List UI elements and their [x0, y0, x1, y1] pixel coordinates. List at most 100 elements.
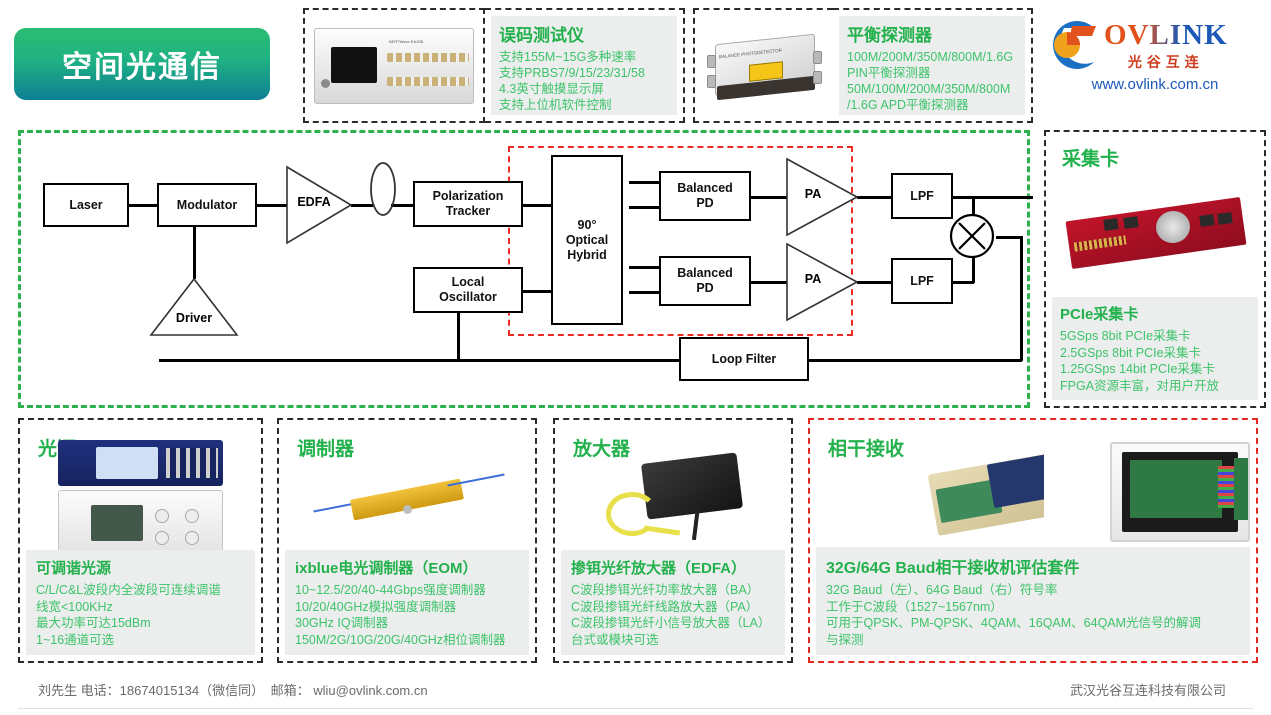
- block-optical-hybrid-label: 90° Optical Hybrid: [565, 217, 609, 262]
- coherent-receiver-spec-2: 工作于C波段（1527~1567nm）: [826, 599, 1003, 614]
- pcie-spec-3: 1.25GSps 14bit PCIe采集卡: [1060, 362, 1215, 376]
- wire-lpf-bot-to-mixer-h: [951, 281, 974, 284]
- wire-pa-lpf-bot: [857, 281, 893, 284]
- block-lpf-top: LPF: [891, 173, 953, 219]
- block-local-oscillator: Local Oscillator: [413, 267, 523, 313]
- card-balanced-detector-text: 平衡探测器 100M/200M/350M/800M/1.6G PIN平衡探测器 …: [833, 8, 1033, 123]
- card-amplifier: 放大器 掺铒光纤放大器（EDFA） C波段掺铒光纤功率放大器（BA） C波段掺铒…: [553, 418, 793, 663]
- coherent-receiver-header: 相干接收: [828, 439, 905, 460]
- wire-loopfilter-feedback-to-lo: [457, 313, 460, 361]
- block-laser: Laser: [43, 183, 129, 227]
- amplifier-spec-1: C波段掺铒光纤功率放大器（BA）: [571, 583, 760, 597]
- fiber-coil-icon: [369, 161, 397, 228]
- coherent-receiver-name: 32G/64G Baud相干接收机评估套件: [826, 560, 1080, 577]
- block-balanced-pd-top: Balanced PD: [659, 171, 751, 221]
- pcie-spec-2: 2.5GSps 8bit PCIe采集卡: [1060, 345, 1202, 360]
- card-light-source: 光源 可调谐光源 C/L/C&L波段内全波段可连续调谐 线宽<100KHz 最大…: [18, 418, 263, 663]
- company-logo: OVLINK 光谷互连 www.ovlink.com.cn: [1042, 16, 1268, 116]
- wire-modulator-edfa: [255, 204, 287, 207]
- ovlink-swirl-icon: [1053, 21, 1096, 69]
- block-optical-hybrid: 90° Optical Hybrid: [551, 155, 623, 325]
- card-bert-tester: BERTWave EA15B: [303, 8, 485, 123]
- light-source-name: 可调谐光源: [36, 560, 112, 577]
- light-source-spec-2: 线宽<100KHz: [36, 599, 113, 614]
- page-title: 空间光通信: [62, 51, 222, 84]
- block-balanced-pd-top-label: Balanced PD: [677, 181, 733, 210]
- wire-mixer-out-h: [996, 236, 1023, 239]
- bert-spec-3: 4.3英寸触摸显示屏: [499, 82, 604, 96]
- modulator-spec-2: 10/20/40GHz模拟强度调制器: [295, 599, 457, 614]
- pcie-spec-1: 5GSps 8bit PCIe采集卡: [1060, 329, 1191, 343]
- block-pa-bottom-label: PA: [804, 272, 822, 286]
- bert-tester-photo: BERTWave EA15B: [311, 16, 477, 115]
- bert-spec-4: 支持上位机软件控制: [499, 98, 612, 112]
- block-modulator: Modulator: [157, 183, 257, 227]
- ovlink-wordmark: OVLINK: [1104, 18, 1228, 51]
- block-mixer: [949, 213, 995, 264]
- card-balanced-detector-photo: BALANCE PHOTODETECTOR: [693, 8, 833, 123]
- balanced-detector-spec-4: /1.6G APD平衡探测器: [847, 98, 969, 112]
- modulator-spec-4: 150M/2G/10G/20G/40GHz相位调制器: [295, 632, 506, 647]
- wire-pd-pa-top: [749, 196, 787, 199]
- coherent-receiver-spec-1: 32G Baud（左）、64G Baud（右）符号率: [826, 583, 1058, 597]
- wire-lpf-top-output: [951, 196, 1033, 199]
- block-loop-filter: Loop Filter: [679, 337, 809, 381]
- page-root: 空间光通信 BERTWave EA15B 误码测试仪 支持155M~15G多种速…: [0, 0, 1271, 715]
- page-title-banner: 空间光通信: [14, 28, 270, 100]
- wire-pa-lpf-top: [857, 196, 893, 199]
- footer-contact: 刘先生 电话：18674015134（微信同） 邮箱： wliu@ovlink.…: [38, 683, 428, 698]
- light-source-spec-1: C/L/C&L波段内全波段可连续调谐: [36, 583, 221, 597]
- balanced-detector-spec-2: PIN平衡探测器: [847, 66, 931, 80]
- ovlink-url: www.ovlink.com.cn: [1091, 76, 1219, 93]
- block-laser-label: Laser: [69, 197, 103, 212]
- wire-loopfilter-in: [809, 359, 1022, 362]
- amplifier-spec-4: 台式或模块可选: [571, 632, 659, 647]
- bert-title: 误码测试仪: [499, 26, 584, 45]
- wire-hybrid-pd-top-a: [629, 181, 661, 184]
- balanced-detector-title: 平衡探测器: [847, 26, 932, 45]
- wire-tracker-hybrid: [519, 204, 555, 207]
- coherent-receiver-spec-3: 可用于QPSK、PM-QPSK、4QAM、16QAM、64QAM光信号的解调: [826, 616, 1202, 630]
- block-lpf-bottom-label: LPF: [910, 273, 934, 288]
- block-pa-top: PA: [785, 157, 859, 237]
- block-pa-bottom: PA: [785, 242, 859, 322]
- block-lpf-top-label: LPF: [910, 188, 934, 203]
- block-lpf-bottom: LPF: [891, 258, 953, 304]
- coherent-system-block-diagram: Laser Modulator Driver EDFA Polarization…: [18, 130, 1033, 408]
- block-balanced-pd-bottom: Balanced PD: [659, 256, 751, 306]
- block-edfa-label: EDFA: [297, 195, 331, 209]
- amplifier-spec-2: C波段掺铒光纤线路放大器（PA）: [571, 599, 759, 614]
- tunable-light-source-photo: [26, 426, 255, 566]
- wire-mixer-out-v: [1020, 236, 1023, 361]
- block-modulator-label: Modulator: [176, 197, 238, 212]
- wire-hybrid-pd-top-b: [629, 206, 661, 209]
- modulator-spec-3: 30GHz IQ调制器: [295, 616, 389, 630]
- light-source-spec-3: 最大功率可达15dBm: [36, 616, 151, 630]
- block-pa-top-label: PA: [804, 187, 822, 201]
- modulator-name: ixblue电光调制器（EOM）: [295, 560, 478, 577]
- wire-hybrid-pd-bot-b: [629, 291, 661, 294]
- light-source-spec-4: 1~16通道可选: [36, 632, 115, 647]
- modulator-spec-1: 10~12.5/20/40-44Gbps强度调制器: [295, 583, 486, 597]
- balanced-detector-spec-1: 100M/200M/350M/800M/1.6G: [847, 50, 1014, 64]
- page-footer: 刘先生 电话：18674015134（微信同） 邮箱： wliu@ovlink.…: [0, 678, 1271, 715]
- balanced-detector-spec-3: 50M/100M/200M/350M/800M: [847, 82, 1011, 96]
- block-polarization-tracker-label: Polarization Tracker: [432, 189, 504, 218]
- block-loop-filter-label: Loop Filter: [711, 351, 777, 366]
- block-local-oscillator-label: Local Oscillator: [439, 275, 497, 304]
- pcie-acquisition-card-photo: [1052, 171, 1258, 291]
- wire-modulator-driver: [193, 227, 196, 279]
- wire-loopfilter-feedback-h: [159, 359, 681, 362]
- amplifier-spec-3: C波段掺铒光纤小信号放大器（LA）: [571, 616, 771, 630]
- card-modulator: 调制器 ixblue电光调制器（EOM） 10~12.5/20/40-44Gbp…: [277, 418, 537, 663]
- coherent-receiver-64g-photo: [1110, 442, 1250, 542]
- footer-company: 武汉光谷互连科技有限公司: [1069, 683, 1226, 698]
- wire-lo-hybrid: [519, 290, 555, 293]
- pcie-spec-4: FPGA资源丰富，对用户开放: [1060, 378, 1220, 393]
- footer-divider: [18, 708, 1253, 709]
- coherent-receiver-spec-4: 与探测: [826, 632, 864, 647]
- balanced-photodetector-photo: BALANCE PHOTODETECTOR: [701, 16, 827, 115]
- block-edfa: EDFA: [285, 165, 353, 245]
- block-driver-label: Driver: [175, 311, 213, 325]
- wire-hybrid-pd-bot-a: [629, 266, 661, 269]
